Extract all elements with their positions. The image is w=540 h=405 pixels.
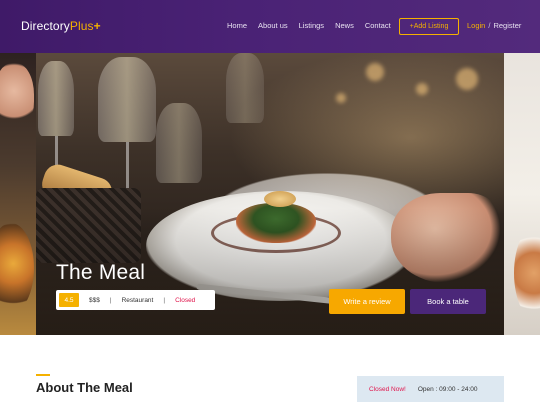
nav-news[interactable]: News bbox=[335, 21, 354, 30]
register-link[interactable]: Register bbox=[493, 21, 521, 30]
auth-links: Login / Register bbox=[467, 21, 521, 30]
main-nav: Home About us Listings News Contact bbox=[227, 21, 391, 30]
nav-contact[interactable]: Contact bbox=[365, 21, 391, 30]
opening-hours-box: Closed Now! Open : 09:00 - 24:00 bbox=[357, 376, 504, 402]
status-badge: Closed bbox=[175, 296, 196, 304]
site-header: DirectoryPlus+ Home About us Listings Ne… bbox=[0, 0, 540, 53]
nav-about[interactable]: About us bbox=[258, 21, 288, 30]
closed-now-status: Closed Now! bbox=[369, 385, 406, 393]
rating-badge: 4.5 bbox=[59, 293, 79, 307]
site-logo[interactable]: DirectoryPlus+ bbox=[21, 19, 101, 33]
category-label[interactable]: Restaurant bbox=[122, 297, 154, 304]
open-hours-text: Open : 09:00 - 24:00 bbox=[417, 385, 478, 393]
price-level: $$$ bbox=[89, 296, 100, 304]
info-divider: | bbox=[163, 296, 166, 304]
listing-title: The Meal bbox=[56, 261, 146, 284]
section-accent-line bbox=[36, 374, 50, 376]
slider-prev-image[interactable] bbox=[0, 53, 36, 335]
logo-accent: Plus bbox=[69, 19, 94, 33]
info-divider: | bbox=[109, 296, 112, 304]
book-table-button[interactable]: Book a table bbox=[410, 289, 486, 314]
logo-plus: + bbox=[93, 19, 101, 33]
listing-info-bar: 4.5 $$$ | Restaurant | Closed bbox=[56, 290, 215, 310]
login-link[interactable]: Login bbox=[467, 21, 485, 30]
about-title: About The Meal bbox=[36, 380, 133, 395]
write-review-button[interactable]: Write a review bbox=[329, 289, 405, 314]
logo-text: Directory bbox=[21, 19, 70, 33]
nav-listings[interactable]: Listings bbox=[299, 21, 324, 30]
add-listing-button[interactable]: +Add Listing bbox=[399, 18, 459, 35]
auth-separator: / bbox=[488, 21, 491, 30]
slider-next-image[interactable] bbox=[504, 53, 540, 335]
nav-home[interactable]: Home bbox=[227, 21, 247, 30]
